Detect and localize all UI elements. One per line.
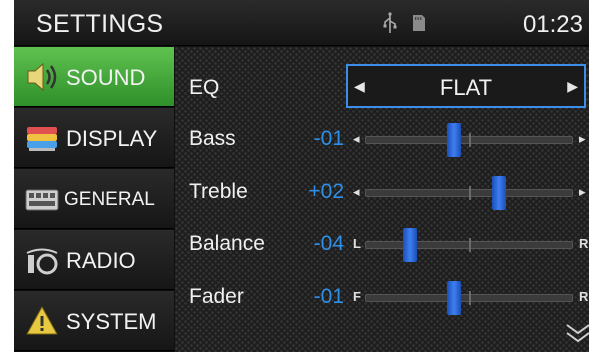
eq-selector[interactable]: ◀ FLAT ▶: [346, 64, 586, 108]
warning-icon: [26, 305, 58, 335]
sidebar-item-system[interactable]: SYSTEM: [14, 291, 174, 351]
sidebar-item-general[interactable]: GENERAL: [14, 169, 174, 229]
display-icon: [27, 127, 57, 151]
eq-next-arrow[interactable]: ▶: [567, 78, 578, 95]
sidebar-item-sound[interactable]: SOUND: [14, 47, 174, 107]
slider-track-fader[interactable]: [365, 291, 573, 305]
slider-track-bass[interactable]: [365, 133, 573, 147]
slider-knob-bass[interactable]: [447, 123, 462, 157]
eq-label: EQ: [189, 76, 220, 99]
slider-increase-bass[interactable]: ▸: [579, 131, 586, 147]
eq-value: FLAT: [439, 75, 493, 100]
usb-icon: [383, 12, 397, 33]
sidebar: SOUND DISPLAY GENERAL RADIO SYSTEM: [14, 47, 174, 352]
slider-track-balance[interactable]: [365, 238, 573, 252]
speaker-icon: [27, 62, 57, 92]
slider-label-bass: Bass: [189, 127, 236, 150]
scroll-down-icon[interactable]: [563, 322, 589, 344]
slider-label-fader: Fader: [189, 285, 244, 308]
slider-label-balance: Balance: [189, 232, 265, 255]
sidebar-item-display[interactable]: DISPLAY: [14, 108, 174, 168]
slider-decrease-fader[interactable]: F: [353, 289, 361, 304]
slider-increase-fader[interactable]: R: [579, 289, 588, 304]
slider-decrease-bass[interactable]: ◂: [353, 131, 360, 147]
slider-value-fader: -01: [313, 285, 344, 308]
sidebar-item-label: RADIO: [66, 248, 136, 273]
keyboard-icon: [25, 189, 59, 211]
radio-icon: [26, 248, 58, 275]
slider-knob-balance[interactable]: [402, 228, 417, 262]
settings-screen: SETTINGS 01:23 SOUND DISPLAY GENERAL RAD…: [14, 0, 589, 352]
sidebar-item-label: DISPLAY: [66, 126, 158, 151]
slider-center-mark: [469, 133, 471, 147]
slider-label-treble: Treble: [189, 180, 248, 203]
slider-center-mark: [469, 238, 471, 252]
slider-value-balance: -04: [313, 232, 344, 255]
clock: 01:23: [522, 11, 583, 38]
slider-knob-fader[interactable]: [447, 281, 462, 315]
slider-decrease-balance[interactable]: L: [353, 236, 361, 251]
slider-knob-treble[interactable]: [491, 176, 506, 210]
page-title: SETTINGS: [36, 10, 164, 38]
sidebar-item-radio[interactable]: RADIO: [14, 230, 174, 290]
slider-value-treble: +02: [308, 180, 344, 203]
sound-settings-panel: EQ ◀ FLAT ▶ Bass -01 ◂ ▸ Treble +02 ◂ ▸ Balance -…: [175, 47, 589, 352]
header-bar: SETTINGS 01:23: [14, 0, 589, 46]
slider-decrease-treble[interactable]: ◂: [353, 184, 360, 200]
slider-increase-treble[interactable]: ▸: [579, 184, 586, 200]
slider-increase-balance[interactable]: R: [579, 236, 588, 251]
sd-card-icon: [413, 15, 425, 31]
sidebar-item-label: SOUND: [66, 65, 146, 90]
sidebar-item-label: SYSTEM: [66, 309, 157, 334]
slider-center-mark: [469, 186, 471, 200]
slider-track-treble[interactable]: [365, 186, 573, 200]
slider-value-bass: -01: [313, 127, 344, 150]
sidebar-item-label: GENERAL: [64, 189, 155, 210]
slider-center-mark: [469, 291, 471, 305]
